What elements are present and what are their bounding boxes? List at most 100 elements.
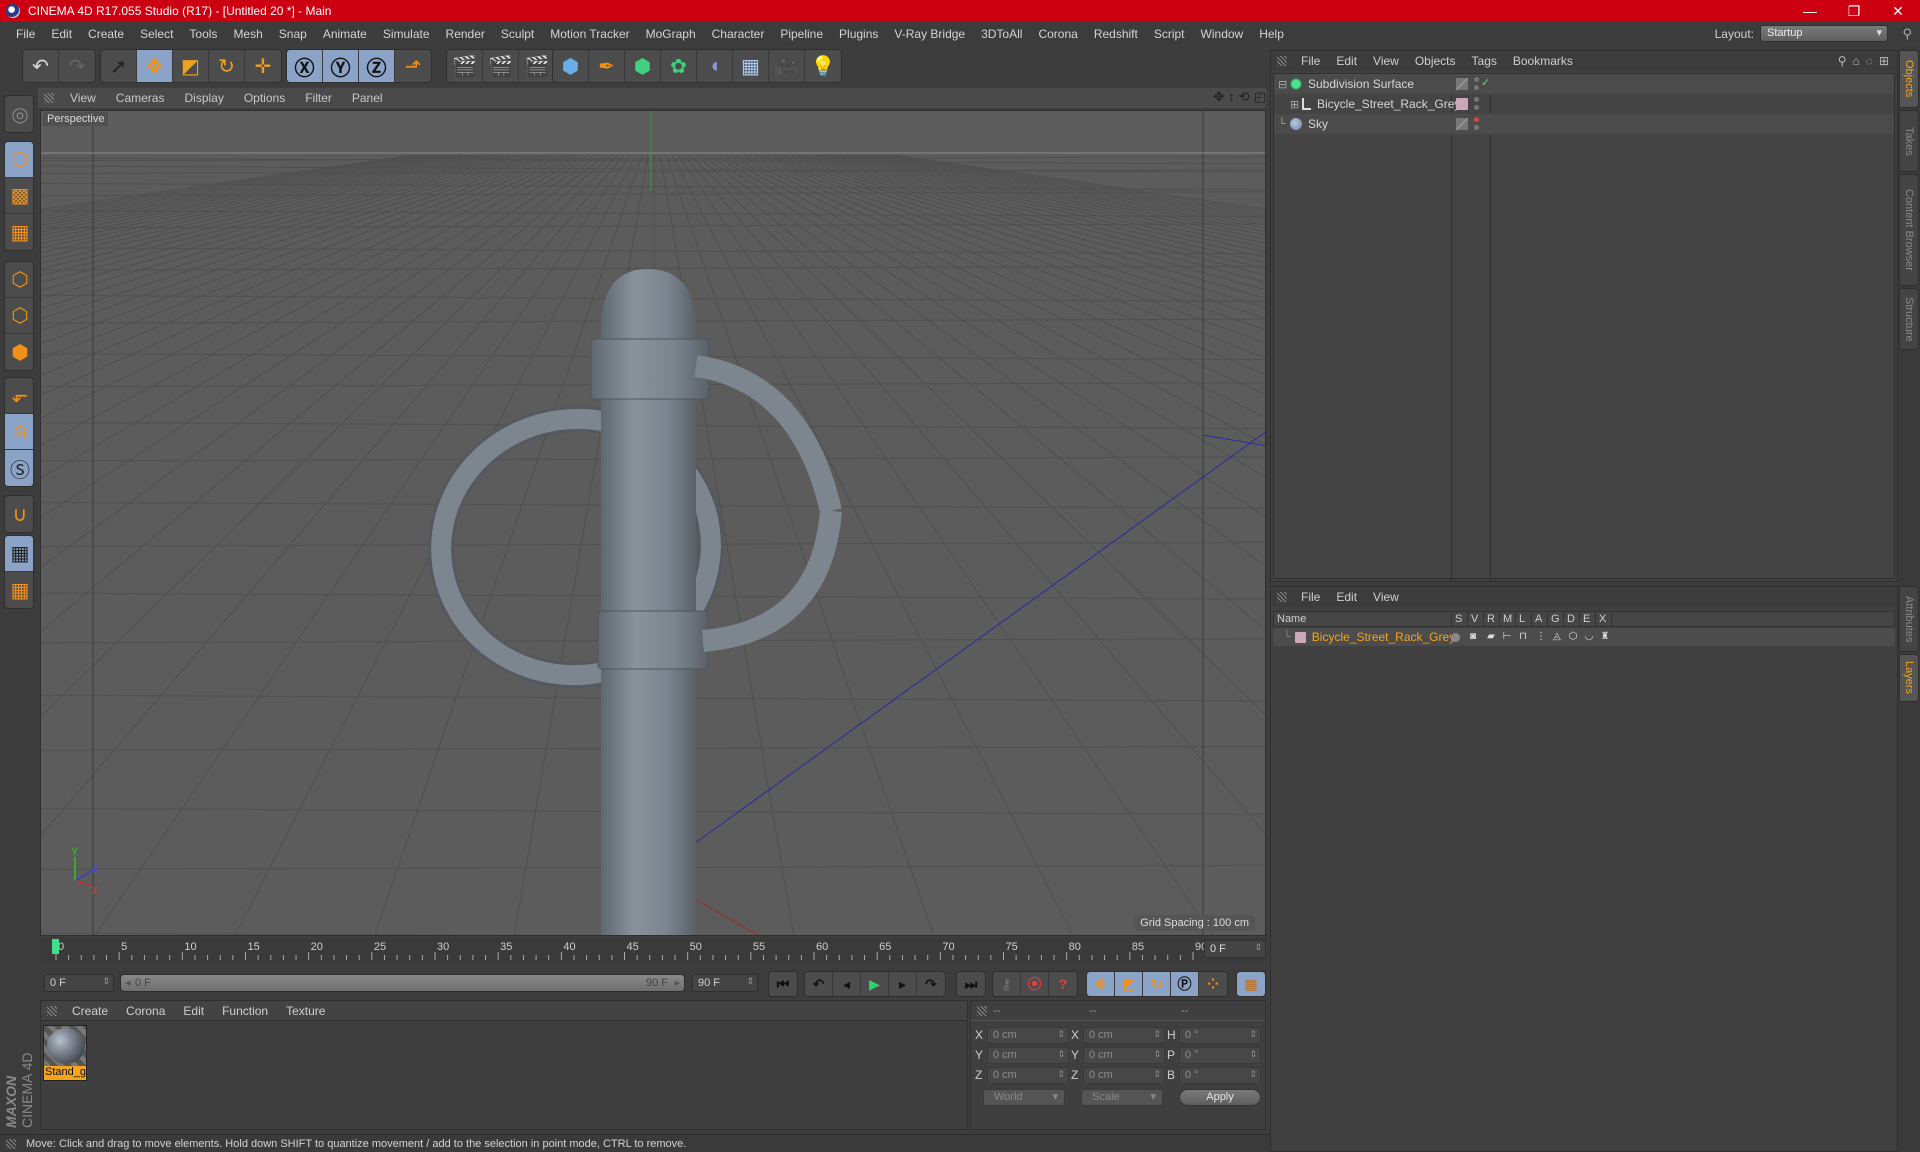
workplane-align-button[interactable]: ▦ xyxy=(5,572,33,608)
points-mode-button[interactable]: ⬡ xyxy=(5,262,33,298)
side-tab-content-browser[interactable]: Content Browser xyxy=(1899,174,1919,286)
render-settings-button[interactable]: 🎬 xyxy=(519,50,555,82)
spinner-arrows-icon[interactable]: ⇕ xyxy=(1153,1049,1161,1060)
material-menu-corona[interactable]: Corona xyxy=(117,1004,174,1018)
object-name[interactable]: Sky xyxy=(1308,117,1328,131)
home-icon[interactable]: ⌂ xyxy=(1853,54,1860,68)
menu-mograph[interactable]: MoGraph xyxy=(638,27,704,41)
object-menu-objects[interactable]: Objects xyxy=(1407,54,1464,68)
deformer-button[interactable]: ◖ xyxy=(697,50,733,82)
menu-tools[interactable]: Tools xyxy=(181,27,225,41)
panel-grip[interactable] xyxy=(977,1005,987,1016)
size-y-field[interactable]: 0 cm ⇕ xyxy=(1083,1047,1165,1064)
autokey-icon[interactable]: ⦿ xyxy=(1021,972,1049,996)
material-menu-texture[interactable]: Texture xyxy=(277,1004,334,1018)
menu-script[interactable]: Script xyxy=(1146,27,1193,41)
position-z-field[interactable]: 0 cm ⇕ xyxy=(987,1067,1069,1084)
go-start-icon[interactable]: ⏮ xyxy=(769,972,797,996)
key-param-icon[interactable]: Ⓟ xyxy=(1171,972,1199,996)
pan-view-icon[interactable]: ✥ xyxy=(1213,89,1224,105)
position-x-field[interactable]: 0 cm ⇕ xyxy=(987,1027,1069,1044)
side-tab-structure[interactable]: Structure xyxy=(1899,288,1919,350)
object-row[interactable]: ⊟ Subdivision Surface ✓ xyxy=(1274,74,1894,94)
key-scale-icon[interactable]: ◩ xyxy=(1115,972,1143,996)
menu-motion-tracker[interactable]: Motion Tracker xyxy=(542,27,637,41)
pen-spline-button[interactable]: ✒ xyxy=(589,50,625,82)
layer-solo-icon[interactable] xyxy=(1451,633,1460,642)
rotation-h-field[interactable]: 0 ° ⇕ xyxy=(1179,1027,1261,1044)
menu-select[interactable]: Select xyxy=(132,27,181,41)
layer-manager-icon[interactable]: ⊢ xyxy=(1501,631,1513,643)
camera-label[interactable]: Perspective xyxy=(43,112,109,126)
move-button[interactable]: ✥ xyxy=(137,50,173,82)
camera-button[interactable]: 🎥 xyxy=(769,50,805,82)
axis-z-button[interactable]: Ⓩ xyxy=(359,50,395,82)
layer-menu-file[interactable]: File xyxy=(1293,590,1328,604)
keyframe-selection-icon[interactable]: ⚷ xyxy=(993,972,1021,996)
size-x-field[interactable]: 0 cm ⇕ xyxy=(1083,1027,1165,1044)
layer-column-m[interactable]: M xyxy=(1500,612,1516,626)
start-frame-field[interactable]: 0 F ⇕ xyxy=(44,974,114,992)
spinner-arrows-icon[interactable]: ⇕ xyxy=(1153,1069,1161,1080)
transform-mode-dropdown[interactable]: Scale xyxy=(1081,1089,1163,1106)
range-right-arrow-icon[interactable]: ▸ xyxy=(674,976,680,989)
editor-render-toggle-icon[interactable] xyxy=(1456,118,1468,130)
filter-icon[interactable]: ◌ xyxy=(1866,54,1873,68)
menu-edit[interactable]: Edit xyxy=(43,27,80,41)
render-view-button[interactable]: 🎬 xyxy=(447,50,483,82)
help-key-icon[interactable]: ? xyxy=(1049,972,1077,996)
workplane-lock-button[interactable]: ▦ xyxy=(5,536,33,572)
layer-column-d[interactable]: D xyxy=(1564,612,1580,626)
texture-mode-button[interactable]: ▩ xyxy=(5,178,33,214)
material-menu-function[interactable]: Function xyxy=(213,1004,277,1018)
menu-mesh[interactable]: Mesh xyxy=(225,27,270,41)
layout-dropdown[interactable]: Startup xyxy=(1760,25,1888,42)
menu-render[interactable]: Render xyxy=(438,27,493,41)
layer-visible-icon[interactable]: ◙ xyxy=(1467,631,1479,643)
layer-column-g[interactable]: G xyxy=(1548,612,1564,626)
material-menu-create[interactable]: Create xyxy=(63,1004,117,1018)
undo-button[interactable]: ↶ xyxy=(23,50,59,82)
viewport-menu-panel[interactable]: Panel xyxy=(342,91,393,105)
layer-render-icon[interactable]: ▰ xyxy=(1485,631,1497,643)
render-visibility-dot[interactable] xyxy=(1474,85,1479,90)
layer-generators-icon[interactable]: ◬ xyxy=(1551,631,1563,643)
enabled-check-icon[interactable]: ✓ xyxy=(1481,76,1490,89)
menu-character[interactable]: Character xyxy=(704,27,773,41)
bicycle-rack-model[interactable] xyxy=(424,269,842,936)
menu-animate[interactable]: Animate xyxy=(315,27,375,41)
light-button[interactable]: 💡 xyxy=(805,50,841,82)
spinner-arrows-icon[interactable]: ⇕ xyxy=(1153,1029,1161,1040)
minimize-button[interactable]: — xyxy=(1788,0,1832,22)
object-menu-bookmarks[interactable]: Bookmarks xyxy=(1505,54,1581,68)
viewport-menu-options[interactable]: Options xyxy=(234,91,295,105)
current-frame-field[interactable]: 0 F ⇕ xyxy=(1204,940,1266,958)
object-menu-file[interactable]: File xyxy=(1293,54,1328,68)
object-name[interactable]: Bicycle_Street_Rack_Grey xyxy=(1317,97,1460,111)
viewport-menu-view[interactable]: View xyxy=(60,91,106,105)
side-tab-layers[interactable]: Layers xyxy=(1899,654,1919,702)
redo-button[interactable]: ↷ xyxy=(59,50,95,82)
menu-snap[interactable]: Snap xyxy=(271,27,315,41)
menu-redshift[interactable]: Redshift xyxy=(1086,27,1146,41)
mograph-cloner-button[interactable]: ✿ xyxy=(661,50,697,82)
playhead[interactable] xyxy=(52,939,59,954)
viewport-menu-cameras[interactable]: Cameras xyxy=(106,91,175,105)
select-pointer-button[interactable]: ➚ xyxy=(101,50,137,82)
menu-window[interactable]: Window xyxy=(1193,27,1252,41)
timeline-window-icon[interactable]: ▦ xyxy=(1237,972,1265,996)
rotate-button[interactable]: ↻ xyxy=(209,50,245,82)
tweak-mode-button[interactable]: ⍝ xyxy=(5,414,33,450)
layer-column-v[interactable]: V xyxy=(1468,612,1484,626)
coordinate-space-dropdown[interactable]: World xyxy=(983,1089,1065,1106)
render-visibility-dot[interactable] xyxy=(1474,105,1479,110)
go-end-icon[interactable]: ⏭ xyxy=(957,972,985,996)
axis-x-button[interactable]: Ⓧ xyxy=(287,50,323,82)
layer-column-x[interactable]: X xyxy=(1596,612,1612,626)
layer-menu-view[interactable]: View xyxy=(1365,590,1407,604)
side-tab-attributes[interactable]: Attributes xyxy=(1899,586,1919,652)
panel-grip[interactable] xyxy=(6,1138,16,1149)
object-menu-edit[interactable]: Edit xyxy=(1328,54,1365,68)
layer-xref-icon[interactable]: ♜ xyxy=(1599,631,1611,643)
render-visibility-dot[interactable] xyxy=(1474,125,1479,130)
